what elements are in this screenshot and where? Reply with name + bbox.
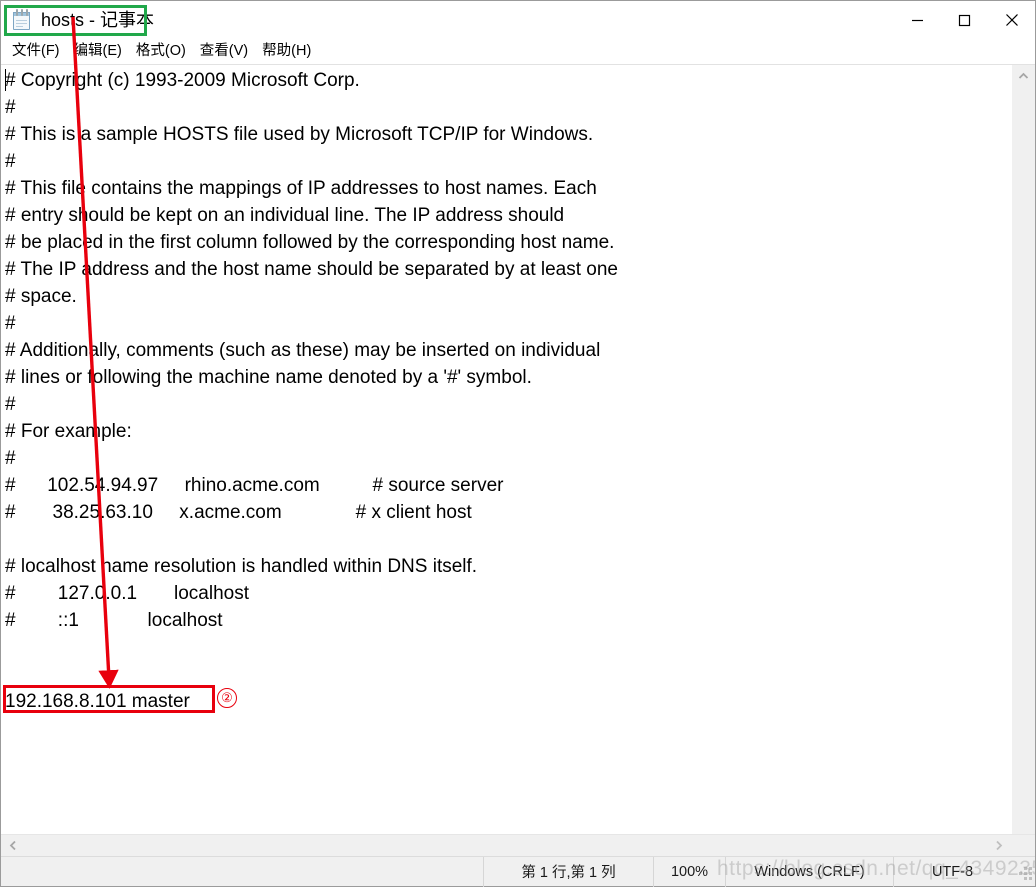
status-cursor-position: 第 1 行,第 1 列 — [483, 856, 653, 887]
editor-line: # be placed in the first column followed… — [5, 232, 615, 253]
editor-line: # Copyright (c) 1993-2009 Microsoft Corp… — [5, 70, 360, 91]
text-editor[interactable]: # Copyright (c) 1993-2009 Microsoft Corp… — [1, 65, 1011, 834]
editor-line: # — [5, 313, 16, 334]
horizontal-scrollbar-row — [1, 834, 1035, 856]
editor-line: # Additionally, comments (such as these)… — [5, 340, 601, 361]
status-zoom-level[interactable]: 100% — [653, 856, 725, 887]
title-group: hosts - 记事本 — [1, 9, 154, 31]
menu-item-format[interactable]: 格式(O) — [129, 42, 193, 61]
resize-grip[interactable] — [1011, 857, 1035, 887]
editor-line: # localhost name resolution is handled w… — [5, 556, 478, 577]
editor-line: # entry should be kept on an individual … — [5, 205, 565, 226]
status-bar: 第 1 行,第 1 列 100% Windows (CRLF) UTF-8 — [1, 856, 1035, 887]
vertical-scrollbar[interactable] — [1011, 65, 1035, 834]
status-line-ending[interactable]: Windows (CRLF) — [725, 856, 893, 887]
maximize-button[interactable] — [941, 1, 988, 39]
editor-line: # — [5, 394, 16, 415]
chevron-left-icon[interactable] — [1, 835, 25, 857]
chevron-right-icon[interactable] — [987, 835, 1011, 857]
close-icon — [1005, 14, 1018, 26]
menu-item-help[interactable]: 帮助(H) — [255, 42, 318, 61]
close-button[interactable] — [988, 1, 1035, 39]
notepad-icon — [12, 9, 32, 31]
window-controls — [894, 1, 1035, 39]
minimize-icon — [912, 19, 923, 21]
editor-line: # — [5, 448, 16, 469]
editor-line: # — [5, 97, 16, 118]
editor-area: # Copyright (c) 1993-2009 Microsoft Corp… — [1, 65, 1035, 834]
menu-item-edit[interactable]: 编辑(E) — [67, 42, 129, 61]
notepad-window: hosts - 记事本 文件(F) 编辑(E) 格式(O) 查看(V) 帮助(H… — [0, 0, 1036, 887]
minimize-button[interactable] — [894, 1, 941, 39]
window-title: hosts - 记事本 — [41, 10, 155, 30]
menu-item-view[interactable]: 查看(V) — [193, 42, 255, 61]
editor-line: # ::1 localhost — [5, 610, 223, 631]
scrollbar-corner — [1011, 835, 1035, 856]
editor-line: # This file contains the mappings of IP … — [5, 178, 597, 199]
editor-line: # 127.0.0.1 localhost — [5, 583, 249, 604]
maximize-icon — [958, 14, 971, 26]
editor-line: # This is a sample HOSTS file used by Mi… — [5, 124, 594, 145]
text-caret — [5, 69, 6, 91]
editor-line: 192.168.8.101 master — [5, 691, 190, 712]
chevron-up-icon[interactable] — [1012, 65, 1036, 87]
editor-line: # 102.54.94.97 rhino.acme.com # source s… — [5, 475, 504, 496]
status-encoding[interactable]: UTF-8 — [893, 856, 1011, 887]
editor-line: # — [5, 151, 16, 172]
chevron-down-icon[interactable] — [1012, 812, 1036, 834]
menu-bar: 文件(F) 编辑(E) 格式(O) 查看(V) 帮助(H) — [1, 39, 1035, 65]
editor-line: # space. — [5, 286, 77, 307]
title-bar: hosts - 记事本 — [1, 1, 1035, 39]
horizontal-scrollbar[interactable] — [1, 835, 1011, 856]
editor-line: # lines or following the machine name de… — [5, 367, 532, 388]
editor-line: # For example: — [5, 421, 132, 442]
editor-line: # 38.25.63.10 x.acme.com # x client host — [5, 502, 472, 523]
editor-line: # The IP address and the host name shoul… — [5, 259, 619, 280]
menu-item-file[interactable]: 文件(F) — [5, 42, 67, 61]
